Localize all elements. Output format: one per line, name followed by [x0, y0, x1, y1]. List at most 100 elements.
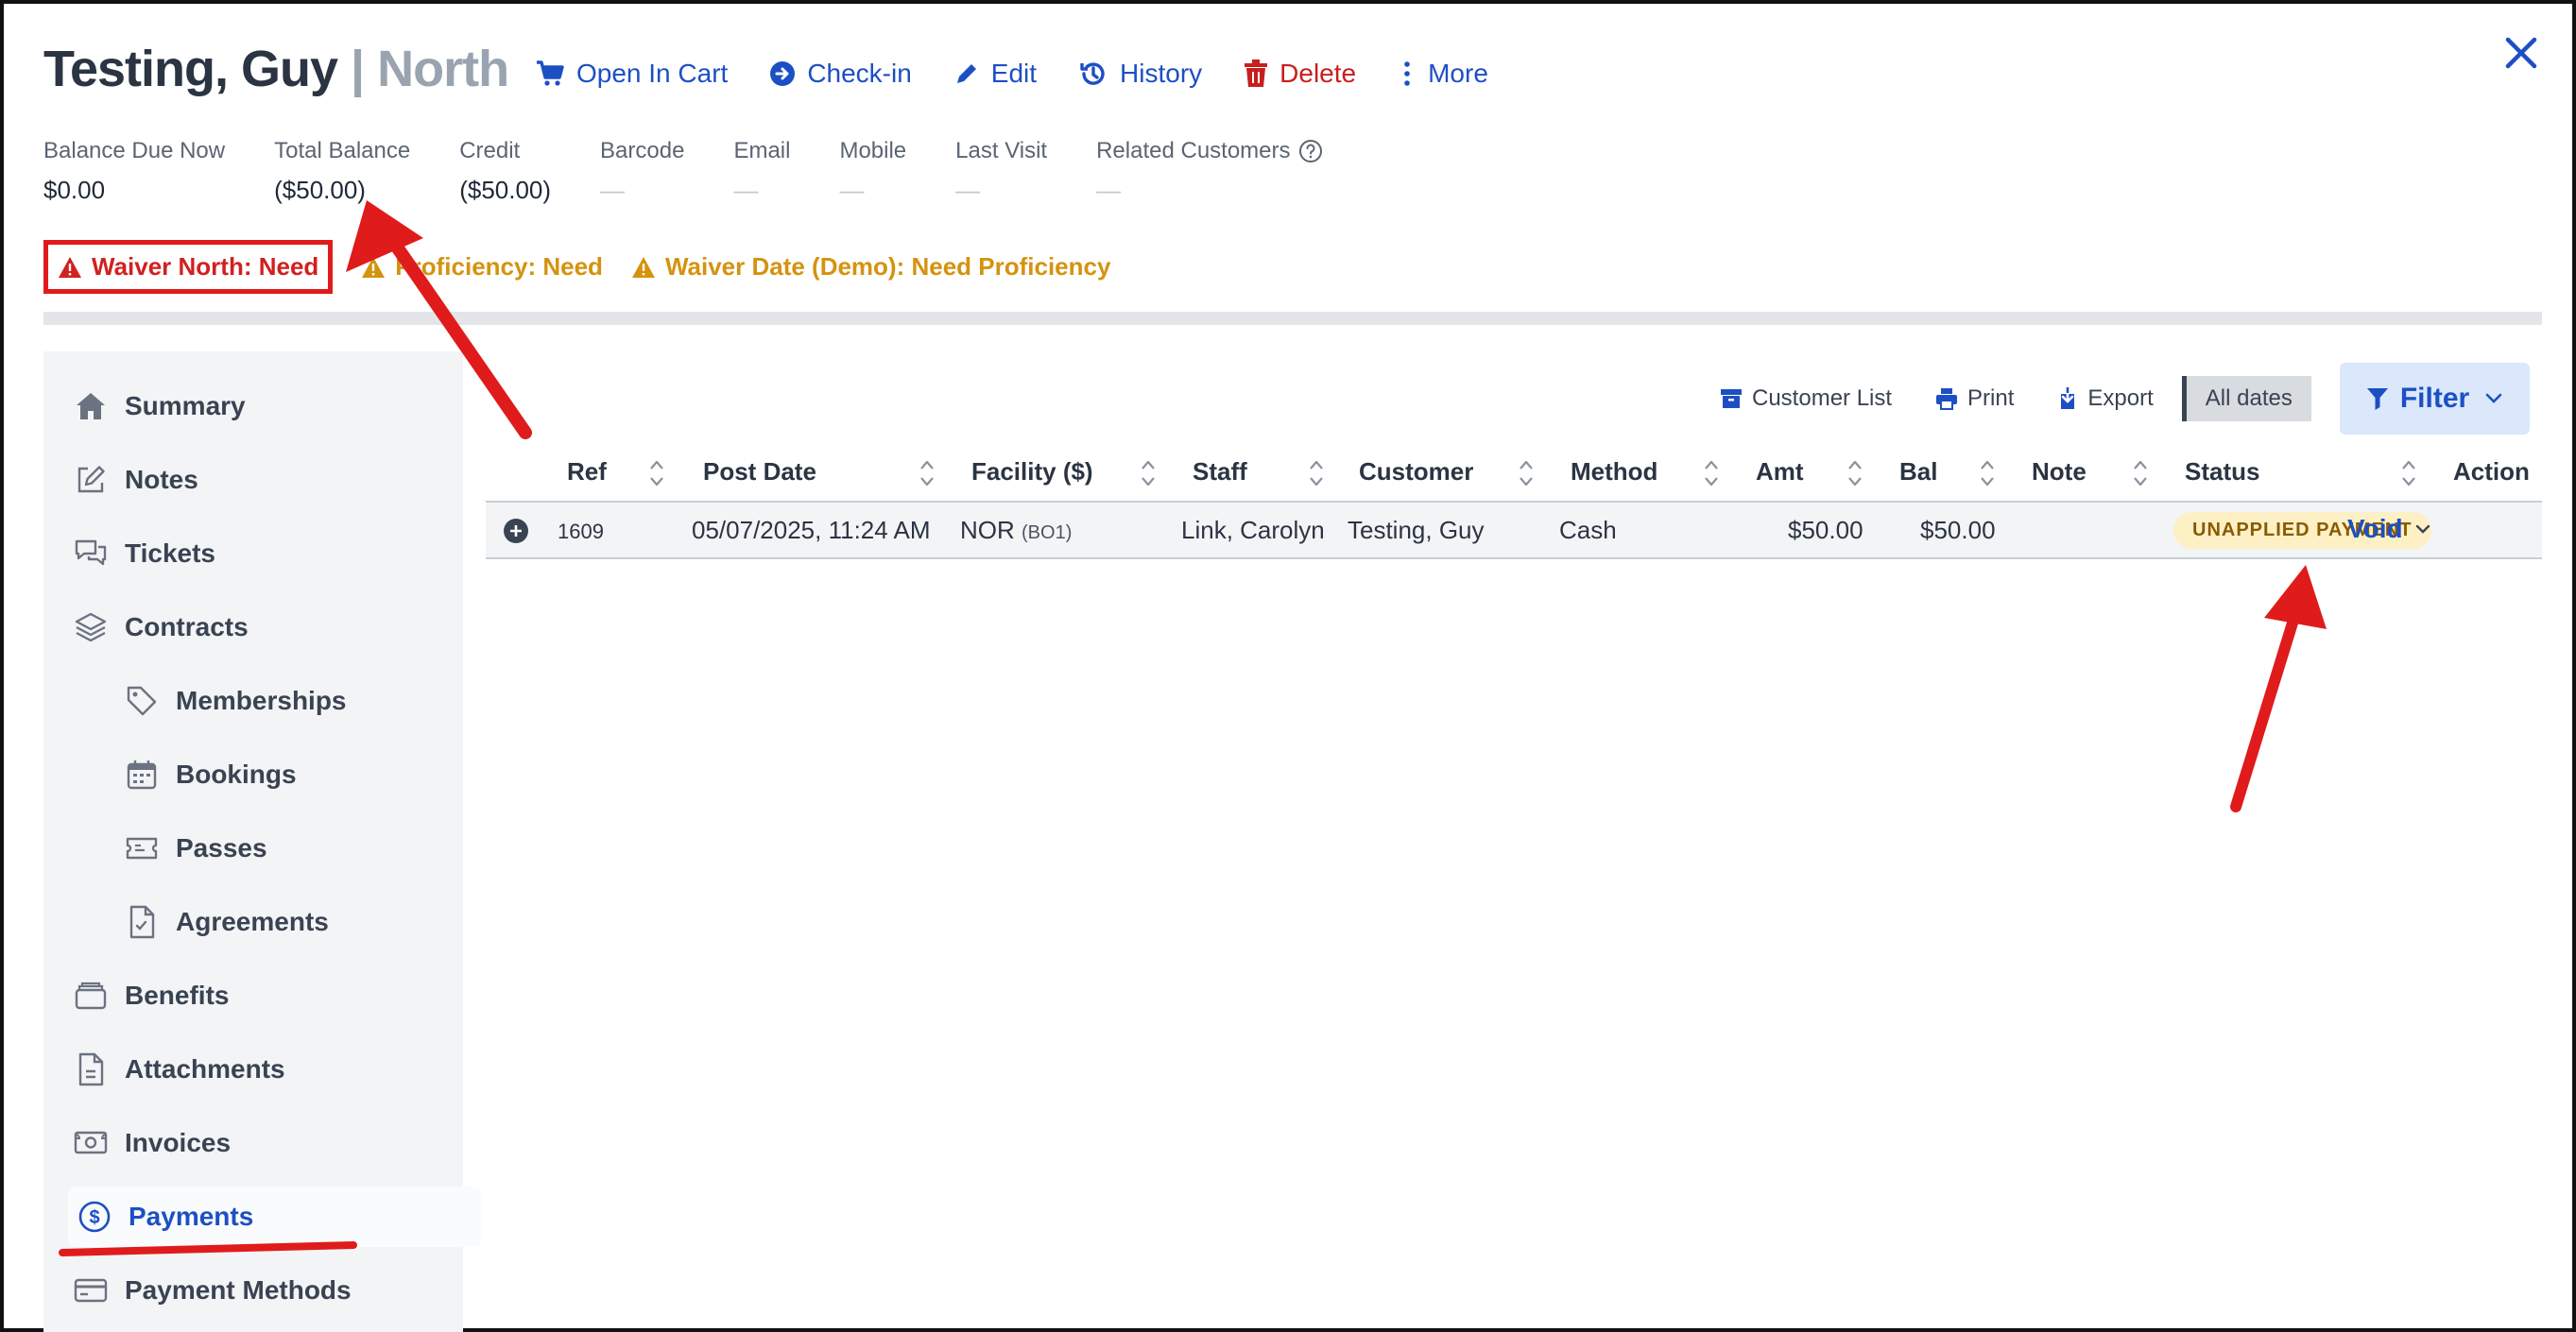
sort-icon[interactable] [1701, 457, 1722, 489]
trash-icon [1245, 60, 1268, 87]
history-label: History [1120, 59, 1203, 88]
more-button[interactable]: More [1398, 59, 1488, 89]
sidebar-item-attachments[interactable]: Attachments [72, 1041, 285, 1098]
sort-icon[interactable] [1516, 457, 1537, 489]
column-header-amt[interactable]: Amt [1756, 457, 1804, 487]
customer-list-button[interactable]: Customer List [1720, 385, 1892, 412]
delete-button[interactable]: Delete [1244, 59, 1356, 89]
sidebar-item-memberships[interactable]: Memberships [123, 673, 347, 729]
stat-barcode: Barcode — [600, 138, 684, 205]
cell-amt: $50.00 [1788, 516, 1863, 544]
sidebar-item-tickets[interactable]: Tickets [72, 525, 215, 582]
edit-button[interactable]: Edit [953, 59, 1037, 89]
sort-icon[interactable] [1977, 457, 1998, 489]
sort-icon[interactable] [1845, 457, 1865, 489]
alert-label: Proficiency: Need [395, 252, 603, 281]
ticket-icon [123, 829, 161, 867]
stat-value: — [1096, 176, 1122, 204]
history-icon [1080, 62, 1105, 85]
help-circle-icon[interactable] [1298, 139, 1323, 163]
warning-triangle-icon [59, 256, 81, 278]
close-icon[interactable] [2500, 32, 2542, 74]
stat-label: Email [733, 138, 791, 163]
column-header-status[interactable]: Status [2185, 457, 2259, 487]
history-button[interactable]: History [1078, 59, 1202, 89]
check-in-button[interactable]: Check-in [769, 59, 912, 89]
stat-total-balance: Total Balance ($50.00) [274, 138, 410, 205]
sidebar-item-benefits[interactable]: Benefits [72, 967, 229, 1024]
stat-label: Last Visit [955, 138, 1048, 163]
stat-label: Credit [459, 138, 521, 163]
more-vertical-icon [1404, 61, 1410, 86]
section-divider [43, 312, 2542, 325]
sidebar-item-summary[interactable]: Summary [72, 378, 246, 435]
export-button[interactable]: Export [2057, 385, 2154, 412]
sort-icon[interactable] [646, 457, 667, 489]
sidebar-item-notes[interactable]: Notes [72, 452, 198, 508]
void-action-button[interactable]: Void [2347, 514, 2431, 544]
sidebar-item-bookings[interactable]: Bookings [123, 746, 297, 803]
facility-name: NOR [960, 516, 1015, 544]
column-header-bal[interactable]: Bal [1899, 457, 1937, 487]
column-header-ref[interactable]: Ref [567, 457, 607, 487]
sidebar-item-label: Attachments [125, 1054, 285, 1084]
sort-icon[interactable] [1306, 457, 1327, 489]
stat-label: Related Customers [1096, 138, 1322, 164]
cell-post-date: 05/07/2025, 11:24 AM [692, 516, 931, 544]
pencil-square-icon [72, 461, 110, 499]
cell-facility: NOR (BO1) [960, 516, 1072, 545]
column-header-note[interactable]: Note [2032, 457, 2087, 487]
sidebar-item-payments[interactable]: $ Payments [68, 1187, 482, 1247]
cell-ref: 1609 [558, 520, 604, 543]
sidebar-item-agreements[interactable]: Agreements [123, 894, 329, 950]
print-button[interactable]: Print [1935, 385, 2014, 412]
open-in-cart-button[interactable]: Open In Cart [535, 59, 728, 89]
expand-plus-icon[interactable] [503, 518, 529, 544]
stat-credit: Credit ($50.00) [459, 138, 551, 205]
sidebar-item-label: Memberships [176, 686, 347, 715]
table-row[interactable]: 1609 05/07/2025, 11:24 AM NOR (BO1) Link… [486, 503, 2542, 559]
cell-staff: Link, Carolyn [1181, 516, 1325, 544]
credit-card-icon [72, 1272, 110, 1309]
sort-icon[interactable] [917, 457, 937, 489]
sidebar-item-passes[interactable]: Passes [123, 820, 267, 877]
column-header-customer[interactable]: Customer [1359, 457, 1473, 487]
sort-icon[interactable] [2398, 457, 2419, 489]
customer-name: Testing, Guy [43, 41, 338, 97]
sort-icon[interactable] [2130, 457, 2151, 489]
sidebar-item-contracts[interactable]: Contracts [72, 599, 249, 656]
related-customers-label: Related Customers [1096, 138, 1291, 163]
stat-mobile: Mobile — [839, 138, 906, 205]
sidebar-item-label: Invoices [125, 1128, 232, 1157]
stat-label: Mobile [839, 138, 907, 163]
sort-icon[interactable] [1138, 457, 1159, 489]
wallet-icon [72, 977, 110, 1015]
alert-waiver-date[interactable]: Waiver Date (Demo): Need Proficiency [631, 252, 1110, 282]
stat-last-visit: Last Visit — [955, 138, 1047, 205]
cell-bal: $50.00 [1920, 516, 1996, 544]
funnel-icon [2366, 388, 2388, 410]
sidebar-item-label: Notes [125, 465, 198, 494]
alert-proficiency[interactable]: Proficiency: Need [361, 252, 603, 282]
column-header-staff[interactable]: Staff [1193, 457, 1247, 487]
svg-text:$: $ [89, 1207, 99, 1228]
filter-label: Filter [2399, 383, 2470, 414]
cart-icon [537, 60, 564, 86]
payments-toolbar: Customer List Print Export All dates Fil… [1720, 363, 2531, 435]
stat-value: $0.00 [43, 176, 106, 204]
sidebar-item-label: Bookings [176, 760, 297, 789]
sidebar-item-label: Contracts [125, 612, 249, 641]
sidebar-item-label: Tickets [125, 538, 215, 568]
date-range-button[interactable]: All dates [2181, 376, 2311, 421]
dollar-circle-icon: $ [76, 1198, 113, 1236]
column-header-post-date[interactable]: Post Date [703, 457, 816, 487]
filter-button[interactable]: Filter [2339, 363, 2531, 435]
sidebar-item-invoices[interactable]: Invoices [72, 1115, 231, 1171]
sidebar-item-payment-methods[interactable]: Payment Methods [72, 1262, 352, 1319]
column-header-facility[interactable]: Facility ($) [971, 457, 1093, 487]
sidebar-item-label: Benefits [125, 981, 230, 1010]
column-header-method[interactable]: Method [1571, 457, 1657, 487]
alert-waiver-north[interactable]: Waiver North: Need [43, 240, 334, 294]
document-icon [72, 1050, 110, 1088]
stat-label: Total Balance [274, 138, 411, 163]
